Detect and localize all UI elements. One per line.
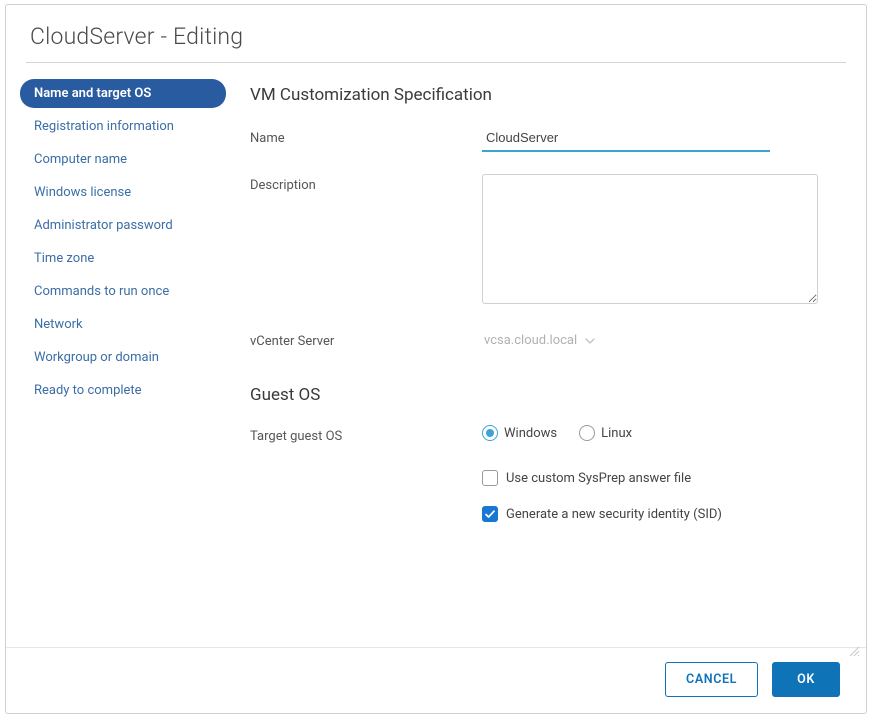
resize-handle-icon[interactable] [848,645,860,661]
sidebar-item-label: Commands to run once [34,284,169,299]
sidebar-item-time-zone[interactable]: Time zone [20,244,226,273]
checkbox-generate-sid[interactable]: Generate a new security identity (SID) [482,506,824,522]
sidebar-item-network[interactable]: Network [20,310,226,339]
label-vcenter-server: vCenter Server [250,330,482,349]
radio-linux[interactable]: Linux [579,425,632,441]
dialog-body: Name and target OS Registration informat… [6,63,866,647]
vcenter-server-value: vcsa.cloud.local [484,333,577,348]
main-panel: VM Customization Specification Name Desc… [226,79,852,647]
name-input[interactable] [482,127,770,152]
dialog-header: CloudServer - Editing [6,5,866,60]
sidebar-item-commands-to-run-once[interactable]: Commands to run once [20,277,226,306]
radio-label-linux: Linux [601,426,632,441]
label-target-guest-os: Target guest OS [250,425,482,444]
checkbox-label-generate-sid: Generate a new security identity (SID) [506,507,722,522]
row-name: Name [250,127,824,152]
row-target-guest-os: Target guest OS Windows Linux [250,425,824,444]
dialog-edit-vm-customization: CloudServer - Editing Name and target OS… [5,4,867,714]
sidebar-item-label: Administrator password [34,218,173,233]
radio-label-windows: Windows [504,426,557,441]
radio-icon [482,425,498,441]
sidebar-item-label: Windows license [34,185,131,200]
sidebar-item-label: Network [34,317,83,332]
sidebar-item-label: Name and target OS [34,86,151,101]
section-title-guest-os: Guest OS [250,385,824,405]
ok-button[interactable]: OK [772,662,840,697]
sidebar-item-label: Workgroup or domain [34,350,159,365]
checkbox-use-sysprep[interactable]: Use custom SysPrep answer file [482,470,824,486]
sidebar-item-label: Ready to complete [34,383,142,398]
checkbox-icon [482,506,498,522]
vcenter-server-dropdown[interactable]: vcsa.cloud.local [482,330,597,351]
sidebar-item-registration-information[interactable]: Registration information [20,112,226,141]
sidebar-item-label: Time zone [34,251,94,266]
description-textarea[interactable] [482,174,818,304]
row-description: Description [250,174,824,308]
sidebar-item-name-and-target-os[interactable]: Name and target OS [20,79,226,108]
sidebar-item-windows-license[interactable]: Windows license [20,178,226,207]
sidebar-item-workgroup-or-domain[interactable]: Workgroup or domain [20,343,226,372]
label-description: Description [250,174,482,193]
wizard-sidebar: Name and target OS Registration informat… [20,79,226,647]
sidebar-item-computer-name[interactable]: Computer name [20,145,226,174]
cancel-button[interactable]: CANCEL [665,662,758,697]
radio-icon [579,425,595,441]
checkbox-icon [482,470,498,486]
row-vcenter-server: vCenter Server vcsa.cloud.local [250,330,824,351]
sidebar-item-label: Computer name [34,152,127,167]
checkbox-label-use-sysprep: Use custom SysPrep answer file [506,471,691,486]
dialog-footer: CANCEL OK [6,647,866,713]
sidebar-item-ready-to-complete[interactable]: Ready to complete [20,376,226,405]
chevron-down-icon [585,333,595,348]
dialog-title: CloudServer - Editing [30,23,842,50]
label-name: Name [250,127,482,146]
section-title-vm-customization: VM Customization Specification [250,85,824,105]
sidebar-item-administrator-password[interactable]: Administrator password [20,211,226,240]
radio-windows[interactable]: Windows [482,425,557,441]
sidebar-item-label: Registration information [34,119,174,134]
